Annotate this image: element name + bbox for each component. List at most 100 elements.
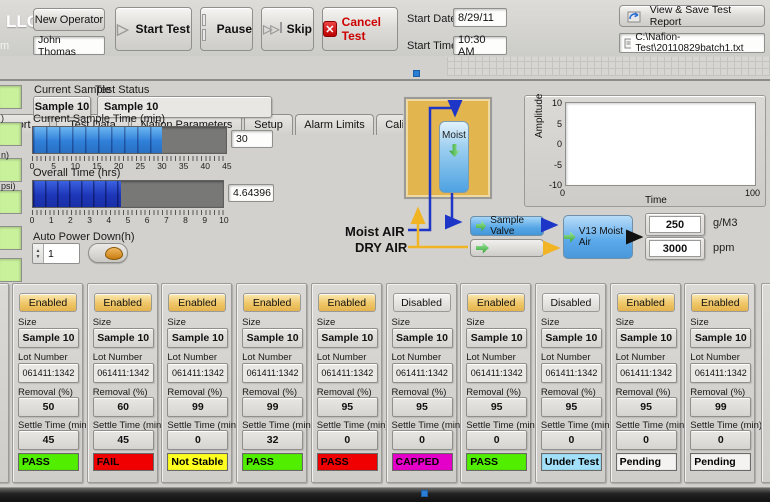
sample-time-label: Current Sample Time (min): [33, 113, 165, 125]
play-icon: ▷: [117, 22, 129, 37]
skip-button[interactable]: ▷▷ Skip: [261, 7, 314, 51]
removal-field[interactable]: 99: [690, 397, 751, 417]
overall-time-value[interactable]: 4.64396: [228, 184, 274, 202]
lot-number-field[interactable]: 061411:1342: [541, 363, 602, 383]
ppm-reading: 3000: [645, 237, 705, 260]
cutoff-indicator-5: [0, 226, 22, 250]
size-ring[interactable]: Sample 10: [690, 328, 751, 348]
removal-field[interactable]: 99: [242, 397, 303, 417]
enable-toggle-button[interactable]: Enabled: [617, 293, 675, 312]
start-test-button[interactable]: ▷ Start Test: [115, 7, 192, 51]
size-ring[interactable]: Sample 10: [242, 328, 303, 348]
tab-divider: [0, 79, 770, 81]
removal-field[interactable]: 95: [317, 397, 378, 417]
enable-toggle-button[interactable]: Enabled: [691, 293, 749, 312]
dry-valve-button[interactable]: [470, 239, 544, 257]
report-save-icon: [626, 10, 642, 23]
selection-handle-icon: [421, 490, 428, 497]
removal-field[interactable]: 95: [392, 397, 453, 417]
lot-number-field[interactable]: 061411:1342: [242, 363, 303, 383]
settle-time-field[interactable]: 32: [242, 430, 303, 450]
start-time-field[interactable]: 10:30 AM: [453, 36, 507, 55]
toggle-lever-icon: [105, 247, 123, 260]
removal-field[interactable]: 95: [541, 397, 602, 417]
moist-air-label: Moist AIR: [345, 224, 404, 239]
settle-time-field[interactable]: 0: [466, 430, 527, 450]
report-path-field[interactable]: C:\Nafion-Test\20110829batch1.txt: [619, 33, 765, 53]
size-ring[interactable]: Sample 10: [466, 328, 527, 348]
auto-power-toggle[interactable]: [88, 243, 128, 263]
size-ring[interactable]: Sample 10: [616, 328, 677, 348]
removal-field[interactable]: 95: [616, 397, 677, 417]
settle-time-field[interactable]: 0: [167, 430, 228, 450]
humidity-reading: 250: [645, 213, 705, 236]
auto-power-stepper[interactable]: ▲▼ 1: [32, 243, 80, 264]
lot-number-field[interactable]: 061411:1342: [18, 363, 79, 383]
cutoff-indicator-4: [0, 190, 22, 214]
size-label: Size: [242, 317, 260, 328]
app-window: LLC m New Operator John Thomas ▷ Start T…: [0, 0, 770, 502]
size-ring[interactable]: Sample 10: [167, 328, 228, 348]
sample-time-value[interactable]: 30: [231, 130, 273, 148]
size-ring[interactable]: Sample 10: [541, 328, 602, 348]
stepper-arrows-icon[interactable]: ▲▼: [33, 244, 44, 263]
size-ring[interactable]: Sample 10: [317, 328, 378, 348]
settle-time-field[interactable]: 0: [317, 430, 378, 450]
operator-name-field[interactable]: John Thomas: [33, 36, 105, 55]
enable-toggle-button[interactable]: Enabled: [318, 293, 376, 312]
status-indicator: Under Test: [541, 453, 602, 471]
cancel-test-button[interactable]: ✕ Cancel Test: [322, 7, 398, 51]
v13-moist-air-valve[interactable]: V13 Moist Air: [563, 215, 633, 259]
size-ring[interactable]: Sample 10: [392, 328, 453, 348]
enable-toggle-button[interactable]: Disabled: [393, 293, 451, 312]
sample-time-slider[interactable]: [32, 126, 227, 154]
overall-time-slider[interactable]: [32, 180, 224, 208]
lot-number-label: Lot Number: [167, 352, 217, 363]
lot-number-field[interactable]: 061411:1342: [392, 363, 453, 383]
enable-toggle-button[interactable]: Enabled: [243, 293, 301, 312]
enable-toggle-button[interactable]: Enabled: [467, 293, 525, 312]
start-date-field[interactable]: 8/29/11: [453, 8, 507, 27]
removal-field[interactable]: 50: [18, 397, 79, 417]
enable-toggle-button[interactable]: Disabled: [542, 293, 600, 312]
settle-time-field[interactable]: 0: [392, 430, 453, 450]
chart-y-label: Amplitude: [534, 94, 545, 138]
status-indicator: Not Stable: [167, 453, 228, 471]
settle-time-field[interactable]: 0: [541, 430, 602, 450]
pause-button[interactable]: Pause: [200, 7, 253, 51]
cutoff-label-3: psi): [1, 181, 16, 191]
settle-time-field[interactable]: 45: [18, 430, 79, 450]
sample-column-3: EnabledSizeSample 10Lot Number061411:134…: [161, 283, 232, 483]
lot-number-field[interactable]: 061411:1342: [466, 363, 527, 383]
enable-toggle-button[interactable]: Enabled: [19, 293, 77, 312]
removal-field[interactable]: 95: [466, 397, 527, 417]
sample-valve-button[interactable]: Sample Valve: [470, 216, 544, 236]
settle-time-field[interactable]: 45: [93, 430, 154, 450]
size-ring[interactable]: Sample 10: [93, 328, 154, 348]
lot-number-field[interactable]: 061411:1342: [93, 363, 154, 383]
size-ring[interactable]: Sample 10: [18, 328, 79, 348]
pause-icon: [201, 14, 212, 44]
lot-number-field[interactable]: 061411:1342: [690, 363, 751, 383]
sample-column-5: EnabledSizeSample 10Lot Number061411:134…: [311, 283, 382, 483]
settle-time-field[interactable]: 0: [616, 430, 677, 450]
enable-toggle-button[interactable]: Enabled: [168, 293, 226, 312]
cutoff-indicator-3: [0, 158, 22, 182]
start-time-label: Start Time: [407, 40, 457, 52]
moist-cell[interactable]: Moist: [439, 121, 469, 193]
status-indicator: CAPPED: [392, 453, 453, 471]
lot-number-field[interactable]: 061411:1342: [616, 363, 677, 383]
lot-number-label: Lot Number: [690, 352, 740, 363]
tab-alarm-limits[interactable]: Alarm Limits: [295, 114, 374, 135]
lot-number-field[interactable]: 061411:1342: [167, 363, 228, 383]
lot-number-field[interactable]: 061411:1342: [317, 363, 378, 383]
removal-field[interactable]: 60: [93, 397, 154, 417]
sample-column-4: EnabledSizeSample 10Lot Number061411:134…: [236, 283, 307, 483]
removal-field[interactable]: 99: [167, 397, 228, 417]
settle-time-field[interactable]: 0: [690, 430, 751, 450]
sample-column-8: DisabledSizeSample 10Lot Number061411:13…: [535, 283, 606, 483]
size-label: Size: [616, 317, 634, 328]
view-save-report-button[interactable]: View & Save Test Report: [619, 5, 765, 27]
enable-toggle-button[interactable]: Enabled: [94, 293, 152, 312]
new-operator-button[interactable]: New Operator: [33, 8, 105, 31]
